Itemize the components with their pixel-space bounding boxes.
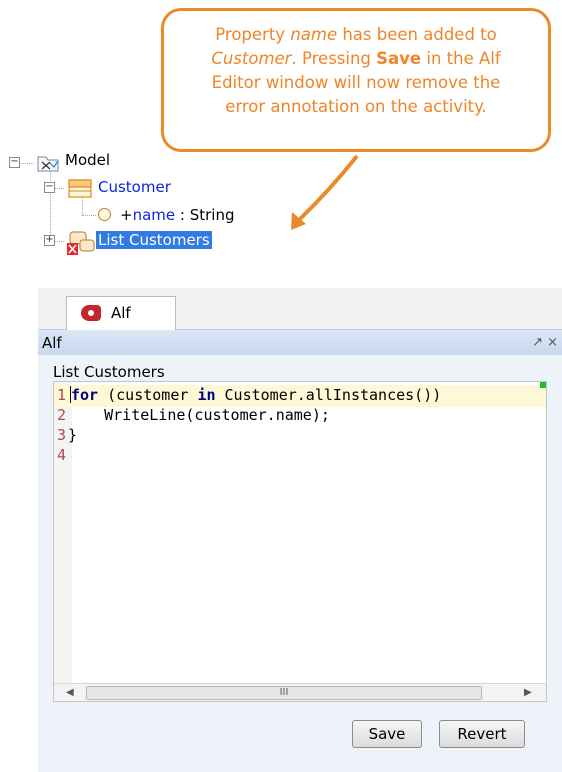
alf-code-editor[interactable]: 1 for (customer in Customer.allInstances(… [53,381,547,702]
status-ok-marker [540,382,546,388]
save-button[interactable]: Save [352,720,422,748]
panel-window-controls[interactable]: ↗ × [532,331,558,355]
panel-titlebar: Alf ↗ × [38,331,562,355]
callout-line-2: Customer. Pressing Save in the Alf [211,49,501,68]
callout-line-3: Editor window will now remove the [211,73,501,92]
tree-connector [50,168,51,241]
scroll-right-icon[interactable]: ▶ [524,687,532,698]
alf-logo-icon [81,305,101,321]
scroll-left-icon[interactable]: ◀ [66,687,74,698]
tab-alf-label: Alf [111,304,131,322]
expand-toggle-list-customers[interactable]: + [44,235,55,246]
code-line-3: 3} [57,426,78,444]
code-line-4: 4 [57,446,67,464]
property-icon [98,208,111,221]
revert-button[interactable]: Revert [439,720,525,748]
alf-editor-panel: Alf Alf ↗ × List Customers 1 for (custome… [38,288,562,772]
panel-body: List Customers 1 for (customer in Custome… [38,355,562,772]
tree-connector [18,163,34,164]
scrollbar-thumb[interactable]: III [86,686,482,700]
callout-line-1: Property name has been added to [215,25,497,44]
tree-item-property[interactable]: +name : String [120,206,234,224]
tab-strip: Alf [38,288,562,330]
tree-item-customer[interactable]: Customer [98,178,171,196]
horizontal-scrollbar[interactable]: ◀ III ▶ [54,683,546,701]
collapse-toggle-model[interactable]: − [9,157,20,168]
code-line-1: 1 for (customer in Customer.allInstances(… [57,386,442,404]
code-line-2: 2 WriteLine(customer.name); [57,406,330,424]
package-icon [37,156,59,172]
activity-name-label: List Customers [53,363,165,381]
tree-item-model[interactable]: Model [65,151,110,169]
screenshot-stage: Property name has been added to Customer… [0,0,562,772]
class-icon [68,179,92,198]
tree-connector [82,215,96,216]
panel-title: Alf [42,334,62,352]
callout-note: Property name has been added to Customer… [161,8,551,152]
tab-alf[interactable]: Alf [66,296,176,330]
code-lines: 1 for (customer in Customer.allInstances(… [54,386,441,466]
activity-error-icon [67,231,95,255]
callout-line-4: error annotation on the activity. [225,97,487,116]
collapse-toggle-customer[interactable]: − [44,182,55,193]
tree-item-list-customers[interactable]: List Customers [96,231,212,249]
